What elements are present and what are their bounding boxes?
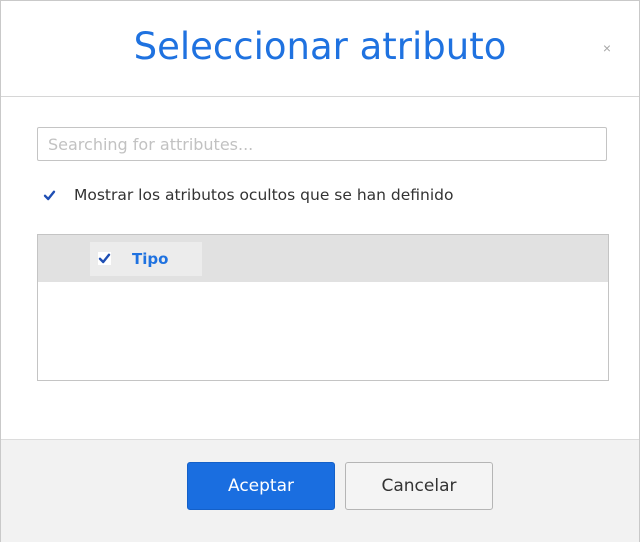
attribute-row: Tipo	[38, 235, 608, 282]
dialog-header: Seleccionar atributo ×	[1, 1, 639, 97]
dialog-title: Seleccionar atributo	[133, 25, 507, 68]
accept-button[interactable]: Aceptar	[187, 462, 335, 510]
close-icon[interactable]: ×	[603, 41, 611, 55]
checkmark-icon	[43, 190, 56, 201]
attribute-label: Tipo	[132, 250, 169, 268]
show-hidden-label: Mostrar los atributos ocultos que se han…	[74, 186, 454, 204]
checkmark-icon	[98, 253, 111, 264]
cancel-button[interactable]: Cancelar	[345, 462, 493, 510]
tipo-checkbox[interactable]	[98, 252, 111, 265]
show-hidden-checkbox[interactable]	[43, 189, 56, 202]
attribute-list: Tipo	[37, 234, 609, 381]
attribute-item-tipo[interactable]: Tipo	[90, 242, 202, 276]
dialog-footer: Aceptar Cancelar	[1, 439, 639, 542]
select-attribute-dialog: Seleccionar atributo × Mostrar los atrib…	[0, 0, 640, 542]
attribute-search-input[interactable]	[37, 127, 607, 161]
